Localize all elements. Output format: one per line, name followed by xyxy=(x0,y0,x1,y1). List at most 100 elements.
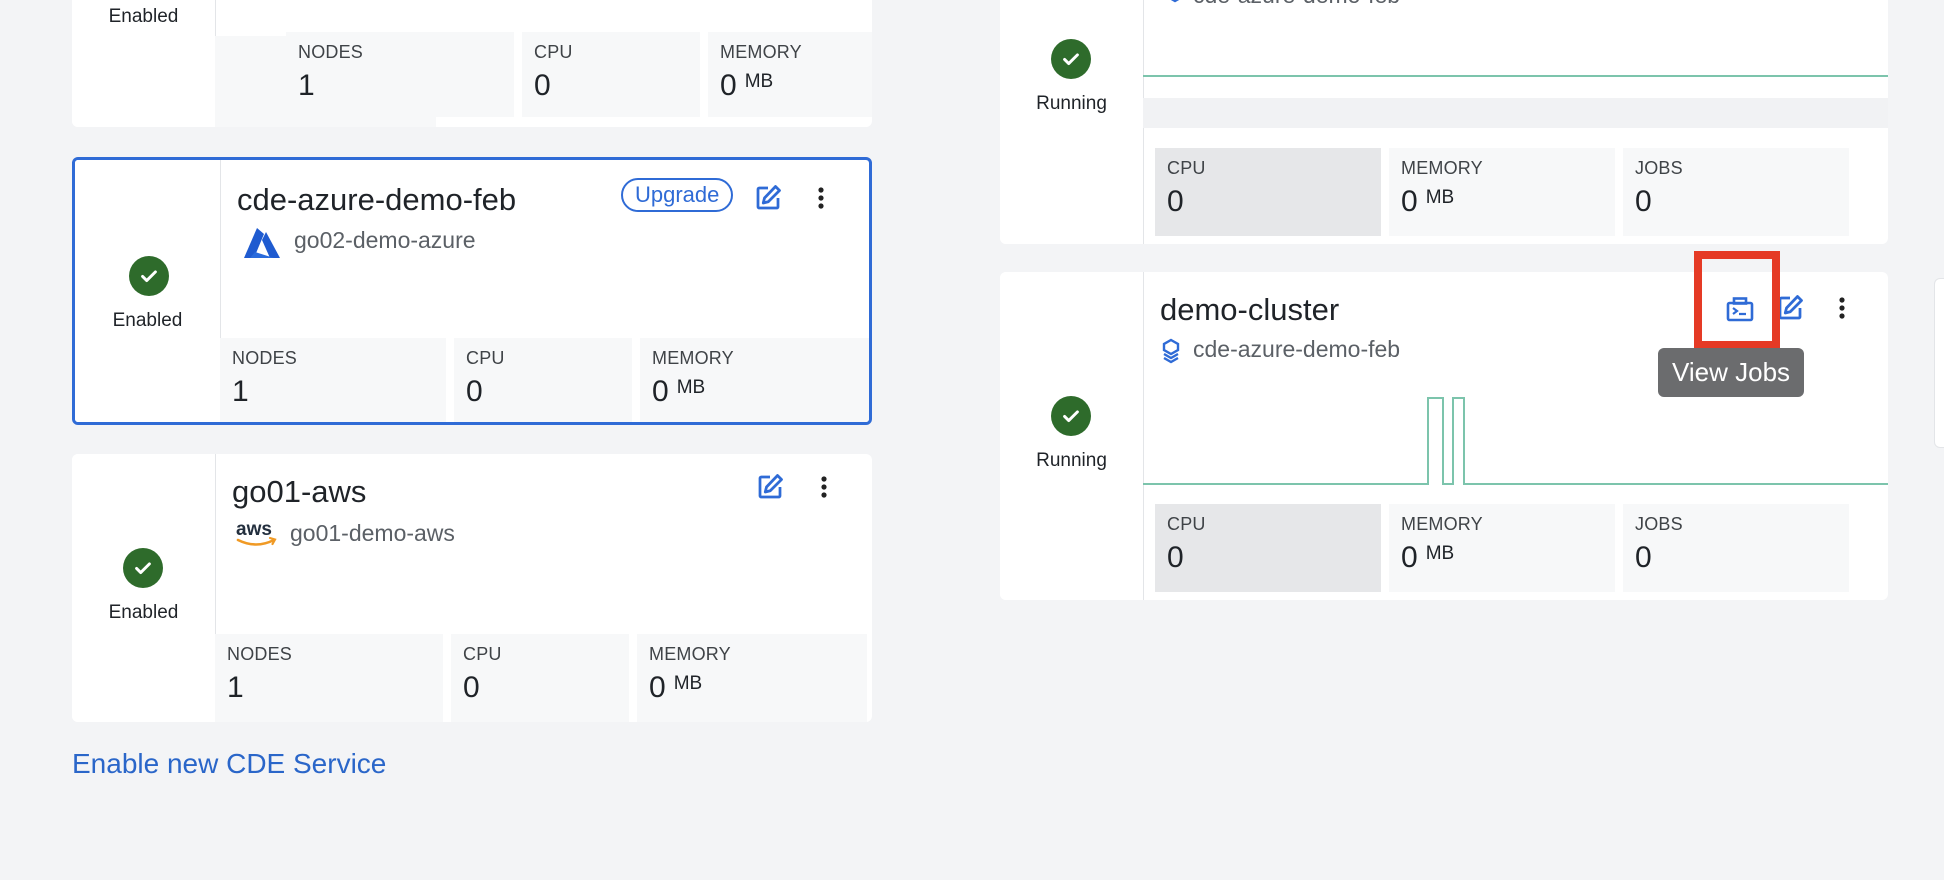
metric-label: NODES xyxy=(227,644,293,664)
check-circle-icon xyxy=(129,256,169,296)
status-column: Enabled xyxy=(72,0,216,127)
check-circle-icon xyxy=(1051,39,1091,79)
metric-value: 0 xyxy=(1635,185,1652,218)
metric-number: 0 xyxy=(649,671,666,704)
metric-value: 1 xyxy=(227,671,244,704)
metric-unit: MB xyxy=(673,673,703,694)
graph-footer xyxy=(1143,98,1888,128)
metric-label: CPU xyxy=(463,644,502,664)
metric-label: MEMORY xyxy=(1401,514,1483,534)
environment-name: go01-demo-aws xyxy=(290,520,455,546)
metric-label: CPU xyxy=(1167,158,1206,178)
side-panel-edge xyxy=(1934,278,1944,448)
service-name-partial: cde-azure-demo-feb xyxy=(1193,0,1400,9)
metric-number: 0 xyxy=(652,375,669,408)
metric-unit: MB xyxy=(1425,543,1455,564)
metric-memory: MEMORY 0 MB xyxy=(637,634,867,722)
metric-label: MEMORY xyxy=(1401,158,1483,178)
metric-label: MEMORY xyxy=(649,644,731,664)
metric-label: CPU xyxy=(1167,514,1206,534)
metric-value: 0 xyxy=(534,69,551,102)
service-card-go01-aws[interactable]: Enabled go01-aws aws go01-demo-aws NODES… xyxy=(72,454,872,722)
metric-unit: MB xyxy=(744,71,774,92)
service-card-partial[interactable]: Enabled NODES 1 CPU 0 MEMORY 0 MB xyxy=(72,0,872,127)
metric-label: NODES xyxy=(298,42,364,62)
metric-memory: MEMORY 0 MB xyxy=(1389,148,1615,236)
metric-jobs: JOBS 0 xyxy=(1623,148,1849,236)
metric-value: 0 xyxy=(1635,541,1652,574)
metric-value: 0 MB xyxy=(652,375,862,409)
status-label: Enabled xyxy=(108,602,179,623)
enable-new-service-link[interactable]: Enable new CDE Service xyxy=(72,748,386,780)
metric-nodes: NODES 1 xyxy=(215,634,443,722)
status-column: Enabled xyxy=(72,454,216,722)
metrics-row: CPU 0 MEMORY 0 MB JOBS 0 xyxy=(1155,148,1849,236)
service-icon xyxy=(1165,0,1185,9)
metric-value: 1 xyxy=(298,69,315,102)
metrics-row: CPU 0 MEMORY 0 MB JOBS 0 xyxy=(1155,504,1849,592)
metric-unit: MB xyxy=(676,377,706,398)
status-label: Running xyxy=(1036,93,1107,114)
metric-number: 0 xyxy=(720,69,737,102)
metric-memory: MEMORY 0 MB xyxy=(640,338,869,422)
metric-value: 0 xyxy=(466,375,483,408)
cluster-name: demo-cluster xyxy=(1160,292,1340,327)
metric-cpu: CPU 0 xyxy=(454,338,632,422)
metrics-row: NODES 1 CPU 0 MEMORY 0 MB xyxy=(215,634,867,722)
metric-value: 0 xyxy=(463,671,480,704)
metric-value: 0 xyxy=(1167,541,1184,574)
status-column: Running xyxy=(1000,0,1144,244)
metric-cpu: CPU 0 xyxy=(522,32,700,117)
check-circle-icon xyxy=(123,548,163,588)
metric-value: 1 xyxy=(232,375,249,408)
upgrade-button[interactable]: Upgrade xyxy=(621,178,734,212)
metrics-row: NODES 1 CPU 0 MEMORY 0 MB xyxy=(286,32,872,117)
highlight-box xyxy=(1694,251,1780,349)
azure-icon xyxy=(240,226,282,260)
edit-icon[interactable] xyxy=(752,182,784,214)
activity-graph xyxy=(1143,392,1888,488)
metric-value: 0 xyxy=(1167,185,1184,218)
metric-value: 0 MB xyxy=(1401,185,1603,219)
metric-unit: MB xyxy=(1425,187,1455,208)
status-label: Running xyxy=(1036,450,1107,471)
metrics-row: NODES 1 CPU 0 MEMORY 0 MB xyxy=(220,338,869,422)
service-name: cde-azure-demo-feb xyxy=(237,182,517,217)
metric-memory: MEMORY 0 MB xyxy=(1389,504,1615,592)
svg-text:aws: aws xyxy=(236,519,272,540)
check-circle-icon xyxy=(1051,396,1091,436)
status-column: Enabled xyxy=(75,160,221,422)
service-name: go01-aws xyxy=(232,474,367,509)
more-vertical-icon[interactable] xyxy=(1826,292,1858,324)
metric-label: JOBS xyxy=(1635,158,1683,178)
metric-label: MEMORY xyxy=(652,348,734,368)
metric-nodes: NODES 1 xyxy=(286,32,514,117)
metric-cpu: CPU 0 xyxy=(1155,148,1381,236)
service-icon xyxy=(1160,338,1182,364)
metric-label: CPU xyxy=(534,42,573,62)
metric-jobs: JOBS 0 xyxy=(1623,504,1849,592)
aws-icon: aws xyxy=(234,518,280,550)
environment-name: go02-demo-azure xyxy=(294,227,476,253)
view-jobs-tooltip: View Jobs xyxy=(1658,348,1805,397)
metric-value: 0 MB xyxy=(1401,541,1603,575)
cluster-card-partial[interactable]: Running cde-azure-demo-feb CPU 0 MEMORY … xyxy=(1000,0,1888,244)
status-column: Running xyxy=(1000,272,1144,600)
metric-value: 0 MB xyxy=(649,671,855,705)
service-card-cde-azure-demo-feb[interactable]: Enabled cde-azure-demo-feb go02-demo-azu… xyxy=(72,157,872,425)
status-label: Enabled xyxy=(112,310,183,331)
status-label: Enabled xyxy=(108,6,179,27)
metric-label: NODES xyxy=(232,348,298,368)
metric-label: CPU xyxy=(466,348,505,368)
metric-cpu: CPU 0 xyxy=(1155,504,1381,592)
service-name: cde-azure-demo-feb xyxy=(1193,336,1401,362)
edit-icon[interactable] xyxy=(754,471,786,503)
metric-label: MEMORY xyxy=(720,42,802,62)
metric-nodes: NODES 1 xyxy=(220,338,446,422)
metric-number: 0 xyxy=(1401,185,1418,218)
more-vertical-icon[interactable] xyxy=(808,471,840,503)
metric-value: 0 MB xyxy=(720,69,872,103)
more-vertical-icon[interactable] xyxy=(805,182,837,214)
metric-memory: MEMORY 0 MB xyxy=(708,32,872,117)
metric-cpu: CPU 0 xyxy=(451,634,629,722)
